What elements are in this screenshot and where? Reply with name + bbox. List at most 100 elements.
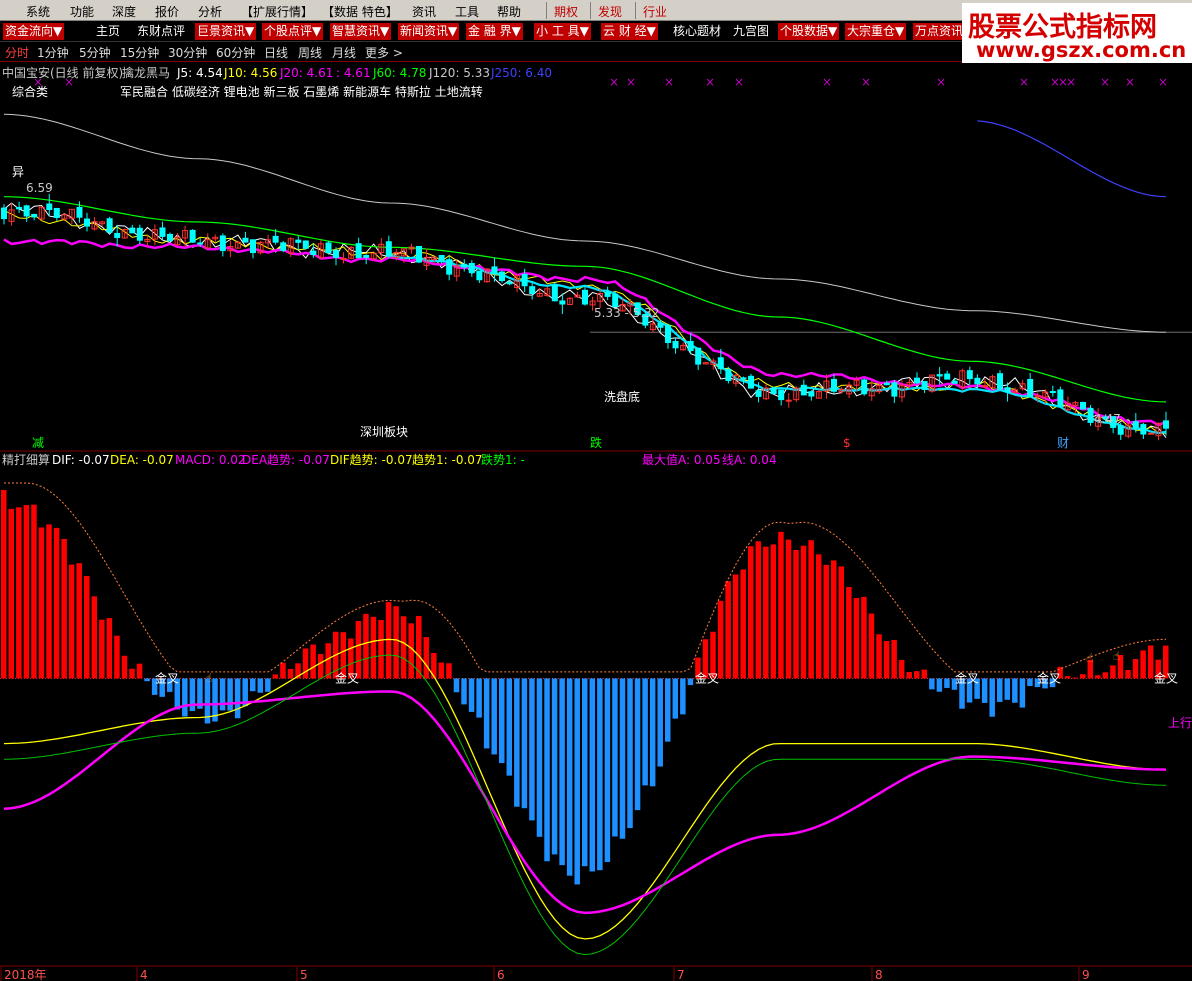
macd-bar xyxy=(446,663,452,679)
toolbar-item-6[interactable]: 新闻资讯▼ xyxy=(398,23,460,40)
period-tab-6[interactable]: 日线 xyxy=(264,44,288,61)
signal-x-mark: × xyxy=(936,75,946,89)
candle-body xyxy=(136,227,143,241)
period-tab-4[interactable]: 30分钟 xyxy=(168,44,207,61)
toolbar-item-4[interactable]: 个股点评▼ xyxy=(262,23,324,40)
macd-bar xyxy=(914,671,920,679)
toolbar-item-7[interactable]: 金 融 界▼ xyxy=(466,23,523,40)
candle-body xyxy=(687,340,694,352)
chart-area: 中国宝安(日线 前复权)擒龙黑马 J5: 4.54 J10: 4.56 J20: 4.… xyxy=(0,65,1192,981)
macd-bar xyxy=(1027,678,1033,687)
max-value-line xyxy=(4,482,1167,673)
candle-body xyxy=(476,270,483,281)
toolbar-item-8[interactable]: 小 工 具▼ xyxy=(534,23,591,40)
period-tab-0[interactable]: 分时 xyxy=(5,44,29,61)
period-tab-1[interactable]: 1分钟 xyxy=(37,44,69,61)
macd-bar xyxy=(370,616,377,679)
menu-item-10[interactable]: 期权 xyxy=(554,3,578,20)
macd-bar xyxy=(831,560,837,679)
toolbar-item-11[interactable]: 九宫图 xyxy=(733,23,769,40)
signal-x-mark: × xyxy=(822,75,832,89)
signal-x-mark: × xyxy=(1158,75,1168,89)
macd-bar xyxy=(619,678,626,839)
candle-body xyxy=(363,254,370,258)
macd-bar xyxy=(1102,672,1109,679)
macd-bar xyxy=(740,569,746,679)
menu-item-12[interactable]: 行业 xyxy=(643,3,667,20)
menu-item-6[interactable]: 【数据 特色】 xyxy=(322,3,398,20)
bottom-marker-2: $ xyxy=(843,436,851,450)
menu-item-4[interactable]: 分析 xyxy=(198,3,222,20)
period-tab-3[interactable]: 15分钟 xyxy=(120,44,159,61)
candle-body xyxy=(280,242,287,251)
menu-item-5[interactable]: 【扩展行情】 xyxy=(241,3,313,20)
menu-item-7[interactable]: 资讯 xyxy=(412,3,436,20)
candle-body xyxy=(1132,421,1139,428)
macd-bar xyxy=(1012,678,1018,703)
macd-bar xyxy=(687,678,694,686)
toolbar-item-14[interactable]: 万点资讯 xyxy=(913,23,966,40)
macd-bar xyxy=(121,655,128,679)
toolbar-item-1[interactable]: 主页 xyxy=(96,23,120,40)
toolbar-item-0[interactable]: 资金流向▼ xyxy=(3,23,65,40)
macd-bar xyxy=(929,678,935,690)
toolbar-item-9[interactable]: 云 财 经▼ xyxy=(601,23,658,40)
hand-icon: ☝ xyxy=(1086,651,1093,665)
period-tab-5[interactable]: 60分钟 xyxy=(216,44,255,61)
candle-body xyxy=(914,377,920,384)
toolbar-item-12[interactable]: 个股数据▼ xyxy=(778,23,840,40)
period-tab-7[interactable]: 周线 xyxy=(298,44,322,61)
menu-item-11[interactable]: 发现 xyxy=(598,3,622,20)
golden-cross-label: 金叉 xyxy=(1154,670,1178,685)
chart-grid xyxy=(0,331,1192,967)
candle-body xyxy=(302,240,309,249)
candle-body xyxy=(1080,402,1086,410)
ma-label-4: J60: 4.78 xyxy=(372,66,426,80)
macd-bar xyxy=(944,678,950,688)
candle-body xyxy=(129,227,136,234)
macd-bar xyxy=(234,678,241,719)
toolbar-item-10[interactable]: 核心题材 xyxy=(673,23,721,40)
macd-bar xyxy=(838,566,845,679)
macd-bar xyxy=(23,505,30,679)
toolbar-item-3[interactable]: 巨景资讯▼ xyxy=(195,23,257,40)
candle-body xyxy=(355,243,362,259)
macd-bar xyxy=(717,600,724,679)
macd-bar xyxy=(483,678,490,749)
candle-body xyxy=(16,206,23,210)
signal-x-mark: × xyxy=(1125,75,1135,89)
sub-label-3: DEA趋势: -0.07 xyxy=(242,453,330,467)
candle-body xyxy=(770,387,777,395)
candle-body xyxy=(189,229,196,243)
period-tab-2[interactable]: 5分钟 xyxy=(79,44,111,61)
menu-item-3[interactable]: 报价 xyxy=(155,3,179,20)
golden-cross-label: 金叉 xyxy=(155,670,179,685)
menu-item-0[interactable]: 系统 xyxy=(26,3,50,20)
toolbar-item-13[interactable]: 大宗重仓▼ xyxy=(845,23,907,40)
toolbar-item-2[interactable]: 东财点评 xyxy=(137,23,185,40)
menu-item-1[interactable]: 功能 xyxy=(70,3,94,20)
sub-indicator-name: 精打细算 xyxy=(2,452,50,467)
macd-bar xyxy=(529,678,535,821)
period-tab-9[interactable]: 更多 > xyxy=(365,44,403,61)
macd-bar xyxy=(649,678,656,787)
watermark-url: www.gszx.com.cn xyxy=(976,38,1187,62)
macd-bar xyxy=(363,613,369,679)
menu-item-8[interactable]: 工具 xyxy=(455,3,479,20)
macd-bar xyxy=(378,619,384,679)
macd-bar xyxy=(76,563,82,679)
candle-body xyxy=(1049,391,1056,394)
sub-label-2: MACD: 0.02 xyxy=(175,453,246,467)
macd-bar xyxy=(499,678,505,764)
time-label-0: 2018年 xyxy=(4,968,47,981)
period-tab-8[interactable]: 月线 xyxy=(332,44,356,61)
menu-item-2[interactable]: 深度 xyxy=(112,3,136,20)
macd-bar xyxy=(302,648,309,679)
macd-bar xyxy=(468,678,475,712)
menu-item-9[interactable]: 帮助 xyxy=(497,3,521,20)
sub-label-1: DEA: -0.07 xyxy=(110,453,174,467)
macd-bar xyxy=(536,678,543,837)
toolbar-item-5[interactable]: 智慧资讯▼ xyxy=(330,23,392,40)
macd-bar xyxy=(823,564,829,679)
macd-bar xyxy=(906,671,912,679)
